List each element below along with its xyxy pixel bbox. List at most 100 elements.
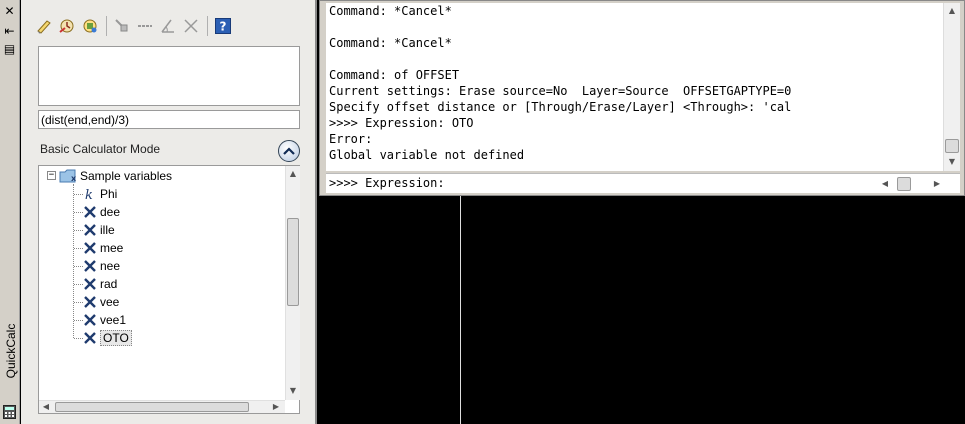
command-history-line: Command: of OFFSET	[329, 68, 460, 82]
scroll-down-arrow-icon[interactable]: ▼	[287, 385, 299, 397]
drawing-area[interactable]	[319, 196, 965, 424]
palette-title-strip: ✕ ⇤ ▤ QuickCalc	[0, 0, 20, 424]
history-icon	[59, 19, 74, 33]
svg-text:k: k	[85, 188, 93, 201]
intersection-icon	[184, 19, 198, 33]
scroll-left-arrow-icon[interactable]: ◀	[879, 178, 891, 190]
chevron-up-icon	[283, 147, 295, 155]
clear-history-button[interactable]	[56, 15, 78, 37]
svg-text:x: x	[71, 174, 77, 183]
paste-icon	[83, 19, 97, 33]
tree-connector	[74, 266, 83, 267]
tree-item-label: ille	[100, 223, 115, 237]
pick-point-icon	[115, 19, 128, 32]
tree-item-label: dee	[100, 205, 121, 219]
distance-icon	[138, 25, 152, 27]
scroll-down-arrow-icon[interactable]: ▼	[946, 156, 958, 168]
tree-root-sample-variables[interactable]: x Sample variables	[59, 167, 172, 185]
command-history-line: Command: *Cancel*	[329, 4, 452, 18]
command-history-scrollbar[interactable]: ▲ ▼	[943, 3, 960, 171]
tree-item[interactable]: mee	[83, 239, 123, 257]
scroll-thumb[interactable]	[55, 402, 249, 412]
tree-vertical-scrollbar[interactable]: ▲ ▼	[285, 166, 300, 400]
scroll-thumb[interactable]	[897, 177, 911, 191]
tree-item[interactable]: dee	[83, 203, 120, 221]
palette-title: QuickCalc	[4, 323, 18, 379]
tree-connector	[74, 194, 83, 195]
calc-history-display	[38, 46, 300, 106]
tree-item[interactable]: rad	[83, 275, 117, 293]
function-x-icon	[83, 259, 97, 273]
function-x-icon	[83, 331, 97, 345]
toolbar-separator	[106, 16, 107, 36]
command-history-line: >>>> Expression: OTO	[329, 116, 474, 130]
tree-connector	[74, 284, 83, 285]
tree-item-label: vee	[100, 295, 120, 309]
collapse-node-icon[interactable]: −	[47, 171, 56, 180]
command-history-line: Global variable not defined	[329, 148, 525, 162]
function-x-icon	[83, 295, 97, 309]
scroll-right-arrow-icon[interactable]: ▶	[931, 178, 943, 190]
angle-icon	[161, 19, 174, 33]
help-icon: ?	[215, 18, 231, 34]
calc-toolbar: ?	[33, 14, 235, 38]
command-history-line: Current settings: Erase source=No Layer=…	[329, 84, 792, 98]
scroll-thumb[interactable]	[945, 139, 959, 153]
scroll-up-arrow-icon[interactable]: ▲	[946, 5, 958, 17]
command-history-line	[329, 19, 943, 35]
command-history-line: Command: *Cancel*	[329, 36, 452, 50]
tree-connector	[74, 338, 83, 339]
calculator-icon	[2, 405, 17, 420]
intersection-button[interactable]	[180, 15, 202, 37]
tree-item-label: Phi	[100, 187, 118, 201]
scroll-thumb[interactable]	[287, 218, 299, 306]
command-window: Command: *Cancel* Command: *Cancel* Comman…	[319, 0, 965, 196]
command-line[interactable]: >>>> Expression: ◀ ▶	[326, 173, 960, 193]
function-x-icon	[83, 241, 97, 255]
tree-connector	[74, 230, 83, 231]
tree-connector	[74, 248, 83, 249]
tree-item[interactable]: OTO	[83, 329, 132, 347]
command-line-scrollbar[interactable]: ◀ ▶	[879, 177, 945, 191]
distance-button[interactable]	[134, 15, 156, 37]
command-history-line	[329, 51, 943, 67]
scroll-left-arrow-icon[interactable]: ◀	[40, 401, 52, 413]
collapse-toggle-button[interactable]	[278, 140, 300, 162]
tree-connector	[73, 184, 74, 338]
scroll-up-arrow-icon[interactable]: ▲	[287, 168, 299, 180]
function-x-icon	[83, 223, 97, 237]
crosshair-line	[460, 196, 461, 424]
tree-item[interactable]: vee	[83, 293, 119, 311]
tree-horizontal-scrollbar[interactable]: ◀ ▶	[39, 400, 285, 413]
scroll-right-arrow-icon[interactable]: ▶	[270, 401, 282, 413]
clear-button[interactable]	[33, 15, 55, 37]
properties-menu-icon[interactable]: ▤	[2, 42, 17, 57]
eraser-icon	[37, 20, 51, 34]
function-x-icon	[83, 313, 97, 327]
help-button[interactable]: ?	[212, 15, 234, 37]
constant-k-icon: k	[83, 187, 97, 203]
tree-item-label: mee	[100, 241, 124, 255]
tree-root-label: Sample variables	[80, 169, 173, 183]
tree-item[interactable]: nee	[83, 257, 120, 275]
tree-connector	[74, 320, 83, 321]
quickcalc-palette: ? (dist(end,end)/3) Basic Calculator Mod…	[21, 0, 317, 424]
command-history-line: Specify offset distance or [Through/Eras…	[329, 100, 792, 114]
variables-tree: − x Sample variables k Phi dee ille mee nee ra…	[38, 165, 300, 414]
paste-value-button[interactable]	[79, 15, 101, 37]
angle-button[interactable]	[157, 15, 179, 37]
tree-item-label: OTO	[100, 330, 132, 346]
command-history-line: Error:	[329, 132, 373, 146]
tree-item[interactable]: vee1	[83, 311, 126, 329]
expression-input[interactable]: (dist(end,end)/3)	[38, 110, 300, 129]
function-x-icon	[83, 205, 97, 219]
toolbar-separator	[207, 16, 208, 36]
command-history: Command: *Cancel* Command: *Cancel* Comman…	[326, 3, 943, 171]
get-coordinates-button[interactable]	[111, 15, 133, 37]
command-prompt: >>>> Expression:	[329, 176, 445, 190]
close-icon[interactable]: ✕	[2, 4, 17, 19]
tree-connector	[74, 302, 83, 303]
auto-hide-icon[interactable]: ⇤	[2, 24, 17, 39]
tree-item[interactable]: ille	[83, 221, 115, 239]
tree-item[interactable]: k Phi	[83, 185, 117, 203]
